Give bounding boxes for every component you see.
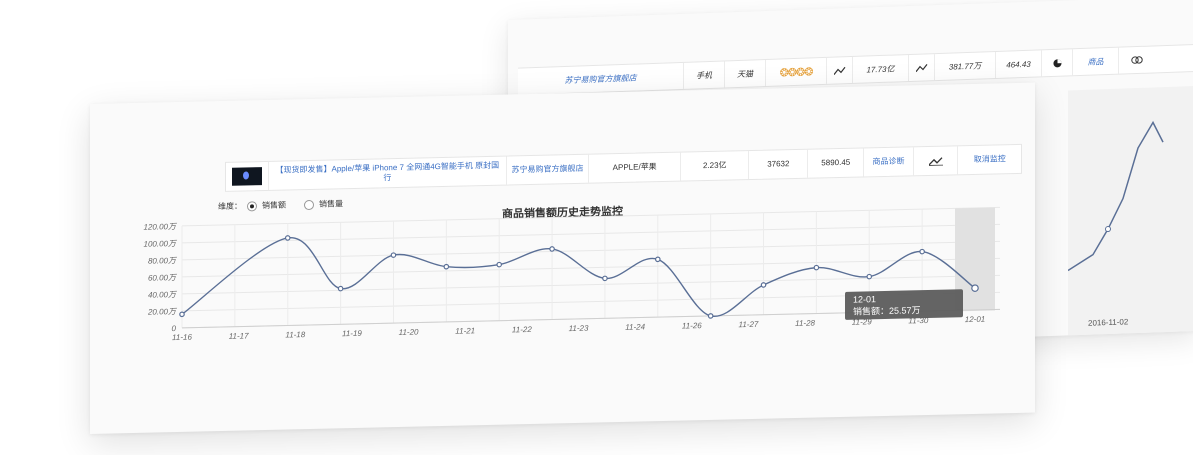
x-tick-label: 11-24 [625, 322, 645, 331]
pie-chart-icon[interactable] [1042, 49, 1073, 77]
data-point [602, 275, 608, 282]
x-tick-label: 11-16 [172, 333, 192, 342]
tooltip-date: 12-01 [853, 294, 876, 305]
tooltip-value: 销售额：25.57万 [853, 304, 921, 317]
trend-icon[interactable] [827, 56, 853, 84]
screenshot-stage: 苏宁易购官方旗舰店 手机 天猫 ❂❂❂❂ 17.73亿 381.77万 464.… [0, 0, 1193, 455]
data-point [496, 261, 503, 268]
trend-icon[interactable] [909, 54, 935, 81]
y-tick-label: 80.00万 [148, 256, 178, 266]
x-tick-label: 11-20 [399, 328, 419, 337]
x-tick-label: 11-27 [738, 320, 758, 329]
data-point [179, 311, 185, 318]
back-value1: 17.73亿 [853, 54, 909, 83]
y-tick-label: 120.00万 [144, 222, 178, 232]
back-chart-area: 2016-11-02 [1067, 85, 1193, 341]
back-shop-link[interactable]: 苏宁易购官方旗舰店 [518, 62, 684, 95]
y-tick-label: 100.00万 [144, 239, 178, 249]
back-value2: 381.77万 [935, 51, 996, 81]
x-tick-label: 11-23 [569, 324, 589, 333]
data-point [390, 252, 397, 258]
data-point [443, 263, 450, 270]
data-point [866, 273, 873, 280]
y-tick-label: 40.00万 [148, 290, 178, 300]
y-tick-label: 60.00万 [148, 273, 178, 283]
data-point [813, 264, 820, 271]
x-tick-label: 11-18 [285, 330, 305, 339]
data-point [971, 284, 979, 292]
data-point [337, 285, 344, 292]
data-point [549, 246, 555, 252]
rating-stars: ❂❂❂❂ [766, 57, 827, 86]
x-tick-label: 11-28 [795, 319, 815, 328]
x-tick-label: 11-26 [682, 321, 702, 330]
sales-trend-chart: 120.00万100.00万80.00万60.00万40.00万20.00万01… [144, 206, 1000, 342]
data-point [707, 313, 714, 319]
back-value3: 464.43 [996, 50, 1042, 78]
data-point [919, 248, 925, 255]
x-tick-label: 12-01 [965, 315, 985, 324]
grid-line [182, 274, 1000, 295]
y-tick-label: 20.00万 [147, 307, 178, 317]
data-point [654, 256, 661, 263]
back-day-label: 天猫 [725, 59, 766, 88]
grid-line [182, 206, 1000, 227]
back-x-tick: 2016-11-02 [1088, 317, 1129, 327]
data-point [760, 282, 767, 288]
data-point [284, 235, 291, 241]
x-tick-label: 11-22 [512, 325, 532, 334]
x-tick-label: 11-19 [342, 329, 362, 338]
x-tick-label: 11-17 [229, 331, 249, 340]
back-trend-line: 2016-11-02 [1067, 120, 1164, 328]
grid-line [182, 223, 1000, 244]
back-product-link[interactable]: 商品 [1073, 47, 1119, 76]
back-category: 手机 [684, 61, 725, 89]
front-dashboard-panel: 【现货即发售】Apple/苹果 iPhone 7 全网通4G智能手机 原封国行 … [90, 82, 1035, 435]
compare-icon[interactable] [1119, 46, 1154, 73]
x-tick-label: 11-21 [455, 326, 475, 335]
y-tick-label: 0 [172, 324, 177, 333]
